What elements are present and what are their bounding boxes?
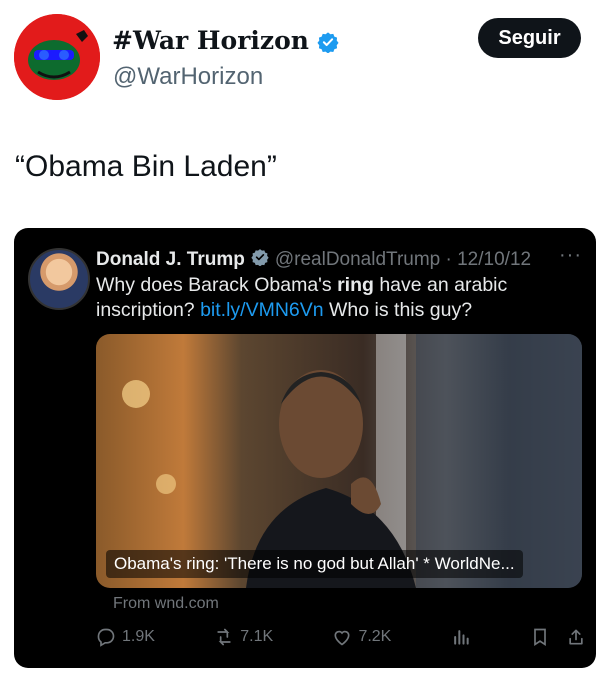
bookmark-share-group (530, 627, 586, 647)
avatar-illustration (14, 14, 100, 100)
display-name[interactable]: #War Horizon (112, 26, 339, 55)
action-bar: 1.9K 7.1K 7.2K (96, 622, 586, 652)
quoted-body-bold: ring (337, 274, 374, 296)
bookmark-icon[interactable] (530, 627, 550, 647)
quoted-body-start: Why does Barack Obama's (96, 274, 338, 296)
verified-badge-icon (317, 30, 339, 53)
quoted-header: Donald J. Trump @realDonaldTrump · 12/10… (96, 248, 531, 272)
display-name-text: #War Horizon (112, 26, 309, 55)
reply-count: 1.9K (122, 628, 155, 645)
quoted-body: Why does Barack Obama's ring have an ara… (96, 273, 566, 323)
more-icon[interactable]: ··· (559, 244, 582, 267)
reply-button[interactable]: 1.9K (96, 627, 155, 647)
heart-icon (332, 627, 352, 647)
quoted-tweet-card[interactable]: Donald J. Trump @realDonaldTrump · 12/10… (14, 228, 596, 668)
media-caption[interactable]: Obama's ring: 'There is no god but Allah… (106, 550, 523, 578)
tweet-text: “Obama Bin Laden” (15, 150, 277, 183)
avatar[interactable] (14, 14, 100, 100)
retweet-button[interactable]: 7.1K (214, 627, 273, 647)
quoted-handle-date[interactable]: @realDonaldTrump · 12/10/12 (275, 249, 531, 271)
quoted-avatar[interactable] (28, 248, 90, 310)
share-icon[interactable] (566, 627, 586, 647)
source-text[interactable]: From wnd.com (113, 595, 219, 613)
media-image[interactable]: Obama's ring: 'There is no god but Allah… (96, 334, 582, 588)
quoted-name[interactable]: Donald J. Trump (96, 249, 245, 271)
quoted-body-end: Who is this guy? (323, 299, 473, 321)
handle[interactable]: @WarHorizon (113, 63, 263, 91)
retweet-icon (214, 627, 234, 647)
quoted-link[interactable]: bit.ly/VMN6Vn (200, 299, 324, 321)
chart-bars-icon (451, 627, 471, 647)
reply-icon (96, 627, 116, 647)
retweet-count: 7.1K (240, 628, 274, 645)
like-button[interactable]: 7.2K (332, 627, 391, 647)
verified-badge-icon (251, 248, 269, 272)
like-count: 7.2K (358, 628, 392, 645)
views-button[interactable] (451, 627, 471, 647)
follow-button[interactable]: Seguir (478, 18, 581, 58)
